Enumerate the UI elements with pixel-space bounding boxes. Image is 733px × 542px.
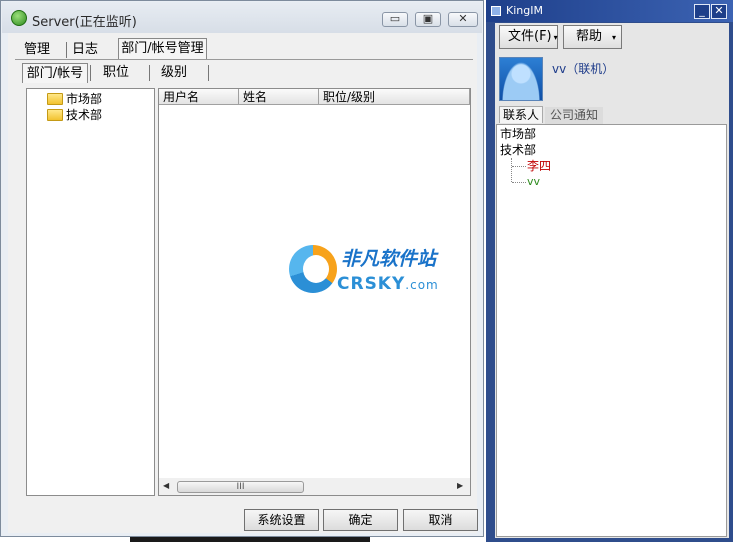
tree-item[interactable]: 市场部: [47, 91, 102, 107]
contact-item[interactable]: vv: [527, 174, 540, 190]
contact-item[interactable]: 李四: [527, 158, 551, 174]
tree-connector: [511, 158, 513, 182]
kingim-window: KingIM _ ✕ 文件(F) ▾ 帮助 ▾ vv（联机） 联系人 公司通知 市场…: [486, 0, 733, 542]
user-avatar[interactable]: [499, 57, 543, 101]
tab-separator: [208, 65, 209, 81]
background-fragment: [130, 537, 370, 542]
file-menu-label: 文件(F): [508, 29, 552, 44]
scroll-thumb[interactable]: III: [177, 481, 304, 493]
kingim-title-bar[interactable]: KingIM _ ✕: [486, 0, 733, 22]
help-menu-button[interactable]: 帮助 ▾: [563, 25, 622, 49]
tab-divider: [15, 59, 473, 60]
tree-item-label: 技术部: [66, 108, 103, 122]
server-title-bar[interactable]: Server(正在监听) ▭ ▣ ✕: [2, 2, 482, 33]
scroll-left-arrow-icon[interactable]: ◀: [163, 481, 169, 490]
tree-connector: [512, 166, 526, 167]
tab-separator: [66, 42, 67, 58]
server-window-title: Server(正在监听): [32, 15, 137, 30]
horizontal-scrollbar[interactable]: ◀ III ▶: [159, 478, 470, 495]
column-header-position-level[interactable]: 职位/级别: [319, 89, 470, 105]
logo-text-cn: 非凡软件站: [341, 248, 437, 270]
tab-separator: [90, 65, 91, 81]
ok-button[interactable]: 确定: [323, 509, 398, 531]
kingim-app-icon: [491, 6, 501, 16]
folder-icon: [47, 93, 63, 105]
dropdown-arrow-icon: ▾: [612, 33, 617, 42]
watermark-logo: 非凡软件站 CRSKY.com: [287, 242, 446, 300]
logo-swirl-icon: [289, 245, 337, 293]
tree-item-label: 市场部: [66, 92, 103, 106]
contact-group-item[interactable]: 市场部: [500, 126, 536, 142]
folder-icon: [47, 109, 63, 121]
help-menu-label: 帮助: [576, 29, 603, 44]
tab-dept-account[interactable]: 部门/帐号管理: [118, 38, 207, 60]
kingim-minimize-button[interactable]: _: [694, 4, 710, 19]
subtab-position[interactable]: 职位: [94, 63, 138, 83]
subtab-level[interactable]: 级别: [152, 63, 196, 83]
tree-connector: [512, 182, 526, 183]
tab-log[interactable]: 日志: [68, 40, 102, 60]
system-settings-button[interactable]: 系统设置: [244, 509, 319, 531]
contact-tree[interactable]: 市场部 技术部 李四 vv: [496, 124, 727, 537]
kingim-body: 文件(F) ▾ 帮助 ▾ vv（联机） 联系人 公司通知 市场部 技术部 李四 vv: [495, 23, 729, 538]
logo-text-en: CRSKY.com: [337, 274, 439, 294]
kingim-window-title: KingIM: [506, 4, 543, 17]
tab-company-notice[interactable]: 公司通知: [545, 107, 603, 124]
column-header-name[interactable]: 姓名: [239, 89, 319, 105]
tab-separator: [149, 65, 150, 81]
tree-item[interactable]: 技术部: [47, 107, 102, 123]
maximize-button[interactable]: ▣: [415, 12, 441, 27]
scroll-right-arrow-icon[interactable]: ▶: [457, 481, 463, 490]
tab-manage[interactable]: 管理: [20, 40, 54, 60]
column-header-username[interactable]: 用户名: [159, 89, 239, 105]
subtab-dept-account[interactable]: 部门/帐号: [22, 63, 88, 83]
dropdown-arrow-icon: ▾: [553, 33, 558, 42]
minimize-button[interactable]: ▭: [382, 12, 408, 27]
server-app-icon: [11, 10, 27, 26]
close-button[interactable]: ✕: [448, 12, 478, 27]
file-menu-button[interactable]: 文件(F) ▾: [499, 25, 558, 49]
contact-group-item[interactable]: 技术部: [500, 142, 536, 158]
cancel-button[interactable]: 取消: [403, 509, 478, 531]
department-tree[interactable]: 市场部 技术部: [26, 88, 155, 496]
user-status: vv（联机）: [552, 62, 615, 76]
tab-contacts[interactable]: 联系人: [499, 106, 543, 123]
kingim-close-button[interactable]: ✕: [711, 4, 727, 19]
